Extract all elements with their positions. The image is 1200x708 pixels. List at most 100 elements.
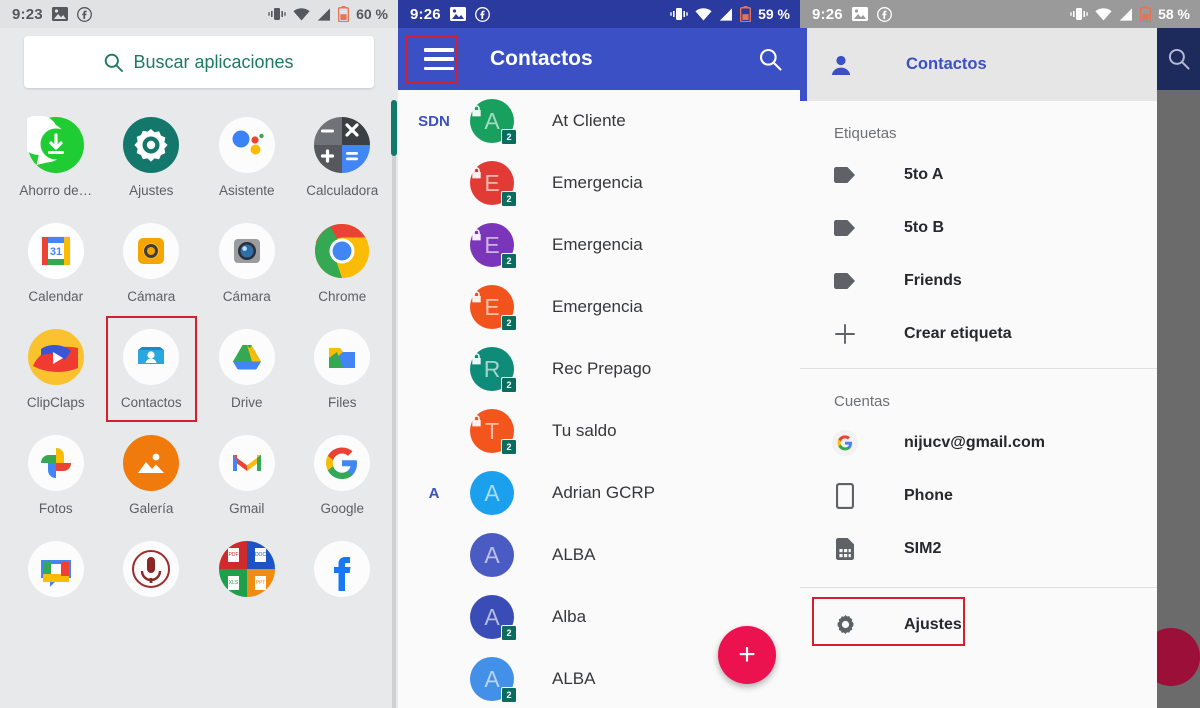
- app-item-camara-2[interactable]: Cámara: [199, 216, 295, 312]
- drawer-accent-edge: [800, 28, 807, 101]
- drawer-section-etiquetas: Etiquetas: [834, 125, 897, 142]
- facebook-icon: [876, 6, 892, 22]
- status-clock: 9:23: [12, 5, 43, 23]
- calculator-icon: [313, 116, 371, 174]
- drawer-item-ajustes[interactable]: Ajustes: [800, 597, 1157, 651]
- section-index: SDN: [418, 112, 450, 130]
- drawer-item-phone-account[interactable]: Phone: [800, 469, 1157, 522]
- app-item-clipclaps[interactable]: ClipClaps: [8, 322, 104, 418]
- app-label: Drive: [230, 395, 263, 410]
- contact-row[interactable]: A A Adrian GCRP: [398, 462, 800, 524]
- sim-badge: 2: [501, 129, 517, 145]
- contact-row[interactable]: E 2 Emergencia: [398, 152, 800, 214]
- app-label: Galería: [129, 501, 174, 516]
- avatar-initial: E: [484, 169, 500, 196]
- google-photos-icon: [27, 434, 85, 492]
- wifi-icon: [695, 7, 712, 21]
- gallery-icon: [122, 434, 180, 492]
- wifi-icon: [1095, 7, 1112, 21]
- drawer-title: Contactos: [906, 55, 987, 73]
- drawer-item-friends[interactable]: Friends: [800, 254, 1157, 307]
- contact-name: Rec Prepago: [552, 359, 652, 378]
- whatsapp-save-icon: [18, 114, 85, 174]
- google-calendar-icon: 31: [27, 222, 85, 280]
- label-tag-icon: [830, 213, 860, 243]
- navigation-drawer: Contactos Etiquetas 5to A 5to B Friends …: [800, 28, 1157, 708]
- sim-badge: 2: [501, 439, 517, 455]
- drawer-item-sim2-account[interactable]: SIM2: [800, 522, 1157, 575]
- contact-name: At Cliente: [552, 111, 626, 130]
- search-icon[interactable]: [1168, 48, 1190, 70]
- app-item-files[interactable]: Files: [295, 322, 391, 418]
- app-item-google-chat[interactable]: [8, 534, 104, 615]
- section-index: A: [428, 484, 440, 502]
- drawer-item-5to-a[interactable]: 5to A: [800, 148, 1157, 201]
- contact-row[interactable]: E 2 Emergencia: [398, 276, 800, 338]
- avatar-initial: A: [484, 479, 500, 506]
- search-icon[interactable]: [759, 48, 782, 71]
- person-avatar-icon: [826, 49, 856, 80]
- contact-row[interactable]: A ALBA: [398, 524, 800, 586]
- scrollbar-thumb[interactable]: [391, 100, 397, 156]
- app-item-facebook[interactable]: [295, 534, 391, 615]
- lock-icon: [472, 229, 481, 241]
- contact-name: Emergencia: [552, 235, 643, 254]
- drawer-divider-2: [800, 587, 1157, 588]
- facebook-icon: [76, 6, 92, 22]
- drawer-item-label: nijucv@gmail.com: [904, 433, 1045, 451]
- app-label: Asistente: [218, 183, 275, 198]
- app-item-ahorro[interactable]: Ahorro de…: [8, 110, 104, 206]
- app-item-camara-1[interactable]: Cámara: [104, 216, 200, 312]
- app-label: Ajustes: [129, 183, 174, 198]
- signal-icon: [719, 7, 733, 21]
- wifi-icon: [293, 7, 310, 21]
- contact-row[interactable]: R 2 Rec Prepago: [398, 338, 800, 400]
- app-item-galeria[interactable]: Galería: [104, 428, 200, 524]
- drawer-item-5to-b[interactable]: 5to B: [800, 201, 1157, 254]
- battery-low-icon: [739, 6, 752, 23]
- status-bar-panel3: 9:26 58 %: [800, 0, 1200, 28]
- app-item-office-docs[interactable]: PDF DOC XLS PPT: [199, 534, 295, 615]
- app-item-gmail[interactable]: Gmail: [199, 428, 295, 524]
- app-label: Cámara: [222, 289, 271, 304]
- panel-contacts-list: 9:26 59 % Contactos SDN A 2 At Cliente E…: [398, 0, 800, 708]
- sim-badge: 2: [501, 315, 517, 331]
- app-item-google[interactable]: Google: [295, 428, 391, 524]
- drawer-item-label: 5to A: [904, 165, 944, 183]
- avatar-initial: T: [484, 417, 500, 444]
- app-item-ajustes[interactable]: Ajustes: [104, 110, 200, 206]
- app-label: Cámara: [127, 289, 176, 304]
- drawer-item-crear-etiqueta[interactable]: Crear etiqueta: [800, 307, 1157, 360]
- sim-badge: 2: [501, 253, 517, 269]
- battery-percent: 60 %: [356, 6, 388, 22]
- app-item-calendar[interactable]: 31 Calendar: [8, 216, 104, 312]
- contact-row[interactable]: T 2 Tu saldo: [398, 400, 800, 462]
- app-label: Fotos: [38, 501, 73, 516]
- app-item-drive[interactable]: Drive: [199, 322, 295, 418]
- app-item-fotos[interactable]: Fotos: [8, 428, 104, 524]
- status-left-group: 9:26: [410, 6, 490, 23]
- camera-orange-icon: [122, 222, 180, 280]
- contact-name: Tu saldo: [552, 421, 617, 440]
- drawer-item-google-account[interactable]: nijucv@gmail.com: [800, 416, 1157, 469]
- drawer-scrim[interactable]: [1157, 90, 1200, 708]
- search-apps-bar[interactable]: Buscar aplicaciones: [24, 36, 374, 88]
- sim-card-icon: [830, 534, 860, 564]
- add-contact-fab[interactable]: +: [718, 626, 776, 684]
- settings-gear-icon: [122, 116, 180, 174]
- app-item-calculadora[interactable]: Calculadora: [295, 110, 391, 206]
- status-bar-panel1: 9:23 60 %: [0, 0, 398, 28]
- files-icon: [313, 328, 371, 386]
- app-item-chrome[interactable]: Chrome: [295, 216, 391, 312]
- app-item-recorder[interactable]: [104, 534, 200, 615]
- contact-row[interactable]: E 2 Emergencia: [398, 214, 800, 276]
- google-assistant-icon: [218, 116, 276, 174]
- app-item-contactos[interactable]: Contactos: [104, 316, 200, 422]
- chrome-icon: [313, 222, 371, 280]
- svg-text:PPT: PPT: [255, 580, 265, 586]
- facebook-icon: [474, 6, 490, 22]
- contact-row[interactable]: SDN A 2 At Cliente: [398, 90, 800, 152]
- avatar: T 2: [470, 409, 517, 455]
- search-input[interactable]: Buscar aplicaciones: [133, 52, 293, 73]
- app-item-asistente[interactable]: Asistente: [199, 110, 295, 206]
